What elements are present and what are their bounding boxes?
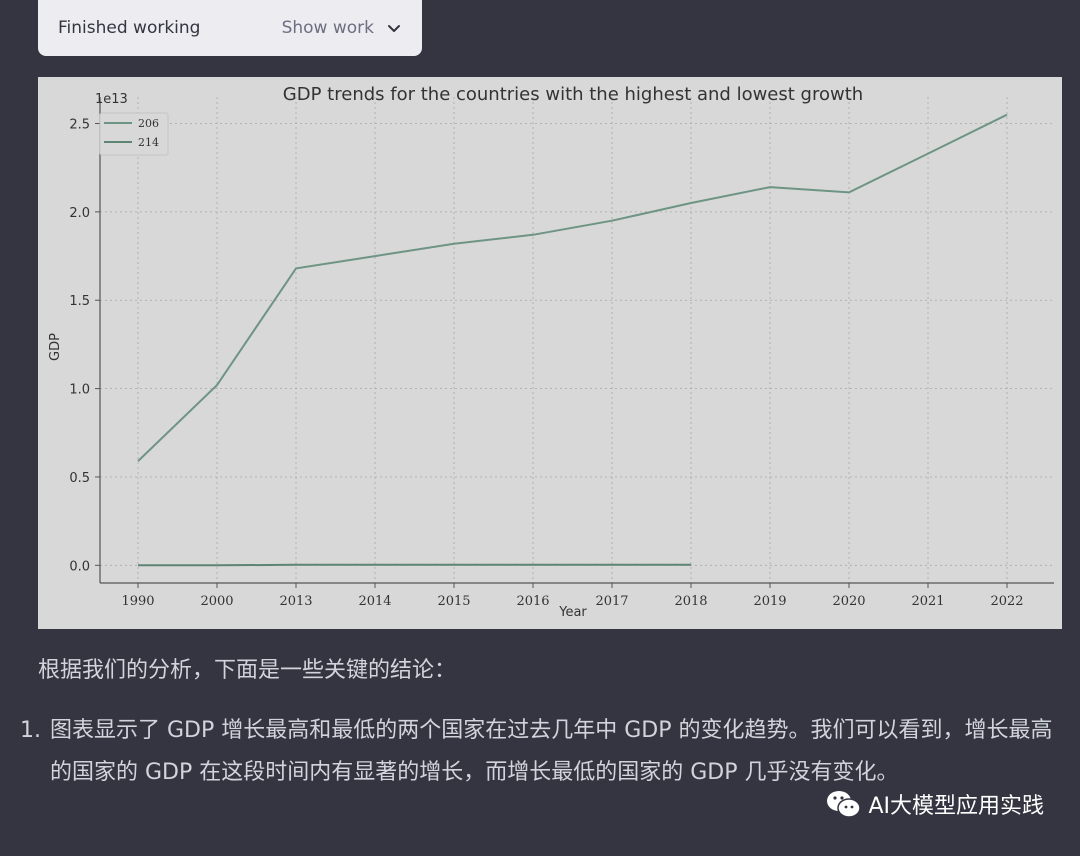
- x-tick-label: 2017: [595, 594, 628, 609]
- x-tick-label: 2013: [279, 594, 312, 609]
- chevron-down-icon: [388, 25, 400, 32]
- x-tick-label: 2021: [911, 594, 944, 609]
- chart-svg: 0.0 0.5 1.0 1.5 2.0 2.5 1990 2000 2013 2014 2015 20…: [48, 84, 1054, 620]
- x-tick-label: 2014: [358, 594, 391, 609]
- y-scale-label: 1e13: [95, 92, 128, 107]
- show-work-label: Show work: [281, 18, 374, 38]
- x-tick-label: 2018: [674, 594, 707, 609]
- y-tick-label: 1.0: [69, 383, 90, 398]
- x-tick-label: 2015: [437, 594, 470, 609]
- list-item: 1. 图表显示了 GDP 增长最高和最低的两个国家在过去几年中 GDP 的变化趋…: [20, 710, 1054, 794]
- x-tick-label: 1990: [121, 594, 154, 609]
- x-axis-label: Year: [558, 605, 587, 620]
- x-tick-label: 2022: [990, 594, 1023, 609]
- x-tick-label: 2020: [832, 594, 865, 609]
- analysis-text: 根据我们的分析，下面是一些关键的结论： 1. 图表显示了 GDP 增长最高和最低…: [20, 650, 1054, 794]
- y-tick-label: 2.0: [69, 206, 90, 221]
- show-work-button[interactable]: Show work: [282, 18, 402, 38]
- legend-label: 214: [138, 136, 159, 149]
- work-panel: Finished working Show work: [38, 0, 422, 56]
- y-tick-label: 2.5: [69, 118, 90, 133]
- legend-label: 206: [138, 117, 159, 130]
- x-tick-label: 2019: [753, 594, 786, 609]
- wechat-icon: [827, 791, 862, 818]
- y-axis-label: GDP: [48, 333, 63, 361]
- x-tick-label: 2016: [516, 594, 549, 609]
- intro-paragraph: 根据我们的分析，下面是一些关键的结论：: [38, 658, 457, 683]
- y-tick-label: 0.5: [69, 471, 90, 486]
- y-tick-label: 0.0: [69, 559, 90, 574]
- series-line-206: [137, 113, 1008, 462]
- watermark: AI大模型应用实践: [826, 788, 1044, 820]
- gdp-chart: 0.0 0.5 1.0 1.5 2.0 2.5 1990 2000 2013 2014 2015 20…: [38, 77, 1062, 629]
- series-line-214: [138, 563, 691, 567]
- work-status: Finished working: [58, 18, 201, 38]
- y-tick-label: 1.5: [69, 294, 90, 309]
- chart-title: GDP trends for the countries with the hi…: [283, 84, 863, 105]
- list-number: 1.: [20, 718, 41, 743]
- watermark-label: AI大模型应用实践: [868, 794, 1044, 819]
- list-text: 图表显示了 GDP 增长最高和最低的两个国家在过去几年中 GDP 的变化趋势。我…: [50, 718, 1053, 785]
- x-tick-label: 2000: [200, 594, 233, 609]
